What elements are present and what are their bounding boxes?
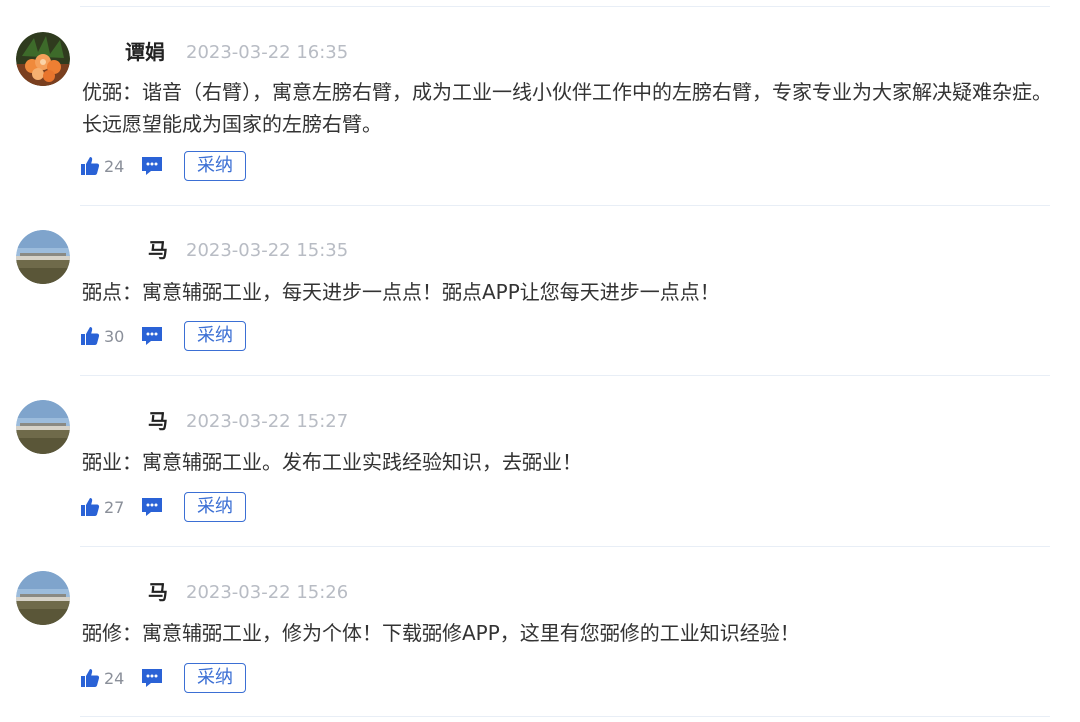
adopt-button[interactable]: 采纳 xyxy=(184,151,246,181)
thumbs-up-icon xyxy=(81,669,100,687)
flower-avatar-icon xyxy=(16,32,70,86)
like-count: 24 xyxy=(104,156,125,176)
divider xyxy=(80,716,1050,717)
reply-button[interactable] xyxy=(141,668,163,688)
comment-item: 谭娟 2023-03-22 16:35 优弼：谐音（右臂），寓意左膀右臂，成为工… xyxy=(0,30,1080,190)
avatar[interactable] xyxy=(16,32,70,86)
like-button[interactable]: 30 xyxy=(80,321,124,351)
landscape-avatar-icon xyxy=(16,400,70,454)
comment-icon xyxy=(142,669,162,687)
like-button[interactable]: 27 xyxy=(80,492,124,522)
comment-text: 弼点：寓意辅弼工业，每天进步一点点！弼点APP让您每天进步一点点！ xyxy=(82,280,720,304)
landscape-avatar-icon xyxy=(16,571,70,625)
divider xyxy=(80,546,1050,547)
comment-item: 马 2023-03-22 15:35 弼点：寓意辅弼工业，每天进步一点点！弼点A… xyxy=(0,228,1080,358)
thumbs-up-icon xyxy=(81,157,100,175)
avatar[interactable] xyxy=(16,230,70,284)
like-count: 30 xyxy=(104,326,125,346)
like-count: 27 xyxy=(104,497,125,517)
thumbs-up-icon xyxy=(81,327,100,345)
comment-list: 谭娟 2023-03-22 16:35 优弼：谐音（右臂），寓意左膀右臂，成为工… xyxy=(0,0,1080,722)
comment-text: 弼业：寓意辅弼工业。发布工业实践经验知识，去弼业！ xyxy=(82,450,582,474)
divider xyxy=(80,205,1050,206)
comment-item: 马 2023-03-22 15:27 弼业：寓意辅弼工业。发布工业实践经验知识，… xyxy=(0,398,1080,528)
comment-time: 2023-03-22 15:26 xyxy=(186,582,349,603)
like-button[interactable]: 24 xyxy=(80,663,124,693)
reply-button[interactable] xyxy=(141,156,163,176)
comment-icon xyxy=(142,498,162,516)
like-button[interactable]: 24 xyxy=(80,151,124,181)
author-name[interactable]: 马 xyxy=(148,238,168,262)
author-name[interactable]: 马 xyxy=(148,409,168,433)
comment-text: 优弼：谐音（右臂），寓意左膀右臂，成为工业一线小伙伴工作中的左膀右臂，专家专业为… xyxy=(82,80,1052,136)
author-name[interactable]: 谭娟 xyxy=(125,40,165,64)
divider xyxy=(80,6,1050,7)
comment-icon xyxy=(142,157,162,175)
avatar[interactable] xyxy=(16,400,70,454)
adopt-button[interactable]: 采纳 xyxy=(184,321,246,351)
reply-button[interactable] xyxy=(141,326,163,346)
landscape-avatar-icon xyxy=(16,230,70,284)
adopt-button[interactable]: 采纳 xyxy=(184,492,246,522)
divider xyxy=(80,375,1050,376)
reply-button[interactable] xyxy=(141,497,163,517)
like-count: 24 xyxy=(104,668,125,688)
comment-text: 弼修：寓意辅弼工业，修为个体！下载弼修APP，这里有您弼修的工业知识经验！ xyxy=(82,621,800,645)
thumbs-up-icon xyxy=(81,498,100,516)
author-name[interactable]: 马 xyxy=(148,580,168,604)
comment-time: 2023-03-22 16:35 xyxy=(186,42,349,63)
comment-icon xyxy=(142,327,162,345)
comment-time: 2023-03-22 15:27 xyxy=(186,411,349,432)
adopt-button[interactable]: 采纳 xyxy=(184,663,246,693)
comment-item: 马 2023-03-22 15:26 弼修：寓意辅弼工业，修为个体！下载弼修AP… xyxy=(0,569,1080,699)
comment-time: 2023-03-22 15:35 xyxy=(186,240,349,261)
avatar[interactable] xyxy=(16,571,70,625)
